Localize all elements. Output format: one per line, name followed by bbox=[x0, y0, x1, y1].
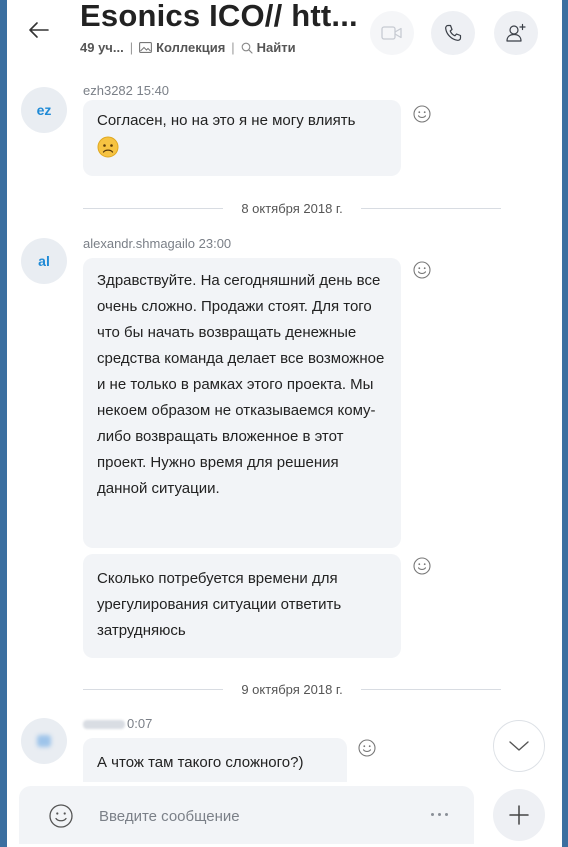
collection-link[interactable]: Коллекция bbox=[139, 40, 225, 55]
divider bbox=[83, 207, 224, 209]
divider bbox=[360, 207, 502, 209]
more-options-button[interactable] bbox=[424, 804, 454, 824]
message-text: А чтож там такого сложного?) bbox=[97, 754, 304, 771]
message-composer bbox=[19, 786, 474, 844]
sender-info: ezh3282 15:40 bbox=[83, 83, 170, 98]
add-reaction-icon[interactable] bbox=[412, 260, 432, 280]
message-text: Согласен, но на это я не могу влиять bbox=[97, 112, 356, 129]
chat-title[interactable]: Esonics ICO// htt... bbox=[80, 0, 358, 34]
add-content-button[interactable] bbox=[493, 789, 545, 841]
video-camera-icon bbox=[381, 26, 402, 40]
sad-emoji-icon bbox=[97, 136, 119, 158]
back-button[interactable] bbox=[25, 16, 53, 44]
search-icon bbox=[241, 42, 253, 54]
date-separator: 8 октября 2018 г. bbox=[83, 198, 502, 218]
message-bubble[interactable]: А чтож там такого сложного?) bbox=[83, 738, 347, 782]
gallery-icon bbox=[139, 42, 153, 53]
sender-info: alexandr.shmagailo 23:00 bbox=[83, 236, 232, 251]
date-label: 9 октября 2018 г. bbox=[241, 681, 343, 697]
smiley-icon bbox=[49, 804, 73, 828]
chat-subtitle: 49 уч... | Коллекция | Найти bbox=[80, 40, 296, 55]
emoji-button[interactable] bbox=[47, 802, 75, 830]
divider bbox=[83, 688, 224, 690]
message-bubble[interactable]: Сколько потребуется времени для урегулир… bbox=[83, 554, 401, 658]
chevron-down-icon bbox=[509, 741, 529, 751]
dot bbox=[444, 812, 448, 816]
audio-call-button[interactable] bbox=[431, 11, 475, 55]
add-reaction-icon[interactable] bbox=[357, 738, 377, 758]
add-reaction-icon[interactable] bbox=[412, 556, 432, 576]
add-reaction-icon[interactable] bbox=[412, 104, 432, 124]
plus-icon bbox=[509, 805, 529, 825]
phone-icon bbox=[445, 24, 462, 41]
search-label: Найти bbox=[256, 40, 296, 55]
message-bubble[interactable]: Согласен, но на это я не могу влиять bbox=[83, 100, 401, 176]
divider bbox=[360, 688, 502, 690]
collection-label: Коллекция bbox=[156, 40, 226, 55]
avatar-image bbox=[37, 735, 51, 747]
chat-window: Esonics ICO// htt... 49 уч... | Коллекци… bbox=[7, 0, 562, 847]
sender-info: 0:07 bbox=[83, 716, 152, 731]
message-text: Сколько потребуется времени для урегулир… bbox=[97, 570, 342, 639]
message-time: 0:07 bbox=[127, 716, 153, 731]
window-edge-left bbox=[0, 0, 7, 847]
participants-count[interactable]: 49 уч... bbox=[80, 40, 124, 55]
avatar[interactable] bbox=[21, 718, 67, 764]
video-call-button[interactable] bbox=[370, 11, 414, 55]
window-edge-right bbox=[562, 0, 568, 847]
message-list[interactable]: ez ezh3282 15:40 Согласен, но на это я н… bbox=[7, 82, 562, 782]
avatar[interactable]: al bbox=[21, 238, 67, 284]
divider: | bbox=[129, 40, 134, 55]
scroll-to-bottom-button[interactable] bbox=[493, 720, 545, 772]
dot bbox=[430, 812, 434, 816]
arrow-left-icon bbox=[29, 22, 49, 38]
message-bubble[interactable]: Здравствуйте. На сегодняшний день все оч… bbox=[83, 258, 401, 548]
search-link[interactable]: Найти bbox=[241, 40, 296, 55]
date-separator: 9 октября 2018 г. bbox=[83, 679, 502, 699]
avatar[interactable]: ez bbox=[21, 87, 67, 133]
redacted-name bbox=[83, 720, 125, 730]
divider: | bbox=[231, 40, 235, 55]
dot bbox=[437, 812, 441, 816]
message-input[interactable] bbox=[99, 805, 379, 827]
message-text: Здравствуйте. На сегодняшний день все оч… bbox=[97, 272, 385, 497]
chat-header: Esonics ICO// htt... 49 уч... | Коллекци… bbox=[7, 0, 562, 83]
date-label: 8 октября 2018 г. bbox=[241, 200, 343, 216]
add-person-icon bbox=[506, 23, 526, 42]
add-participant-button[interactable] bbox=[494, 11, 538, 55]
